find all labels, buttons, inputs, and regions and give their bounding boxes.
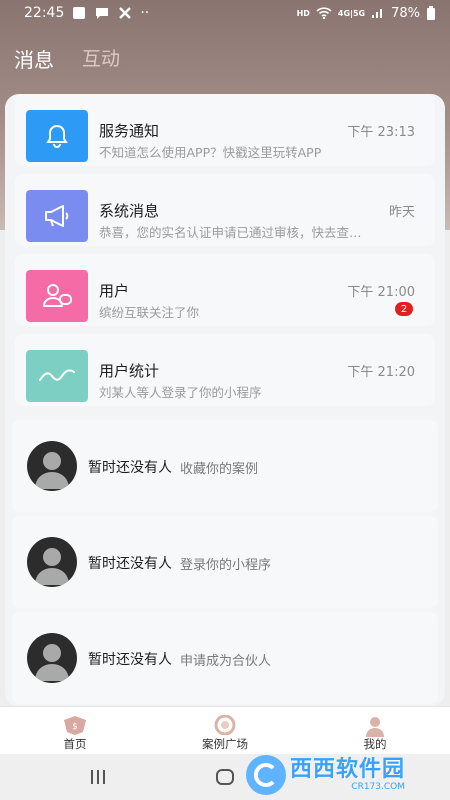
- empty-title: 暂时还没有人: [88, 556, 172, 572]
- notice-icon-box: [26, 110, 88, 162]
- more-dots-icon: ··: [140, 5, 150, 21]
- case-plaza-icon: [214, 715, 236, 735]
- default-avatar-icon: [35, 644, 69, 681]
- notice-desc: 不知道怎么使用APP？快戳这里玩转APP: [99, 145, 322, 160]
- empty-desc: 登录你的小程序: [180, 558, 272, 573]
- tools-icon: [119, 7, 132, 19]
- empty-title: 暂时还没有人: [88, 652, 172, 668]
- battery-icon: [427, 6, 435, 20]
- notice-icon-box: [26, 270, 88, 322]
- notification-square-icon: [73, 7, 86, 19]
- message-panel: 服务通知 不知道怎么使用APP？快戳这里玩转APP 下午 23:13 系统消息 …: [5, 94, 445, 706]
- notice-time: 下午 23:13: [347, 125, 415, 140]
- status-bar: 22:45 ·· HD 4G|5G 78%: [0, 0, 450, 26]
- notice-desc: 刘某人等人登录了你的小程序: [99, 385, 262, 400]
- tabbar-item-home[interactable]: $ 首页: [15, 707, 135, 755]
- battery-percent: 78%: [391, 5, 420, 21]
- watermark-text: 西西软件园: [290, 757, 406, 782]
- notice-title: 服务通知: [99, 122, 160, 140]
- notice-icon-box: [26, 350, 88, 402]
- avatar-placeholder: [27, 537, 77, 587]
- unread-badge: 2: [395, 302, 413, 316]
- notice-stats[interactable]: 用户统计 刘某人等人登录了你的小程序 下午 21:20: [15, 334, 435, 406]
- watermark-logo-icon: [246, 755, 286, 795]
- empty-desc: 申请成为合伙人: [180, 654, 272, 669]
- svg-text:$: $: [72, 722, 78, 732]
- notice-desc: 恭喜，您的实名认证申请已通过审核，快去查…: [99, 225, 362, 240]
- notice-title: 系统消息: [99, 202, 160, 220]
- tabbar-item-case-plaza[interactable]: 案例广场: [165, 707, 285, 755]
- tabbar-label: 我的: [363, 737, 387, 751]
- home-button-icon[interactable]: [215, 768, 235, 786]
- notice-title: 用户: [99, 282, 130, 300]
- network-label: HD: [296, 8, 310, 18]
- empty-desc: 收藏你的案例: [180, 462, 259, 477]
- recent-apps-icon[interactable]: [88, 769, 108, 785]
- users-icon: [43, 284, 72, 307]
- notice-system[interactable]: 系统消息 恭喜，您的实名认证申请已通过审核，快去查… 昨天: [15, 174, 435, 246]
- profile-icon: [366, 717, 384, 737]
- empty-login-item[interactable]: 暂时还没有人 登录你的小程序: [12, 516, 438, 608]
- notice-time: 下午 21:00: [347, 285, 415, 300]
- bell-icon: [46, 124, 68, 148]
- notice-title: 用户统计: [99, 362, 160, 380]
- notice-desc: 缤纷互联关注了你: [99, 305, 200, 320]
- tabbar-item-profile[interactable]: 我的: [315, 707, 435, 755]
- avatar-placeholder: [27, 633, 77, 683]
- bottom-tabbar: $ 首页 案例广场 我的: [0, 706, 450, 754]
- tabbar-label: 案例广场: [202, 737, 248, 751]
- watermark: 西西软件园 CR173.COM: [246, 754, 436, 796]
- home-icon: $: [64, 716, 86, 735]
- empty-title: 暂时还没有人: [88, 460, 172, 476]
- default-avatar-icon: [35, 452, 69, 489]
- signal-icon: [372, 9, 383, 18]
- tab-interactions[interactable]: 互动: [82, 44, 120, 73]
- trend-wave-icon: [39, 369, 75, 381]
- empty-favorites-item[interactable]: 暂时还没有人 收藏你的案例: [12, 420, 438, 512]
- watermark-subtext: CR173.COM: [351, 782, 406, 792]
- message-icon: [96, 8, 109, 19]
- notice-user[interactable]: 用户 缤纷互联关注了你 下午 21:00: [15, 254, 435, 326]
- notice-service[interactable]: 服务通知 不知道怎么使用APP？快戳这里玩转APP 下午 23:13: [15, 94, 435, 166]
- empty-partner-item[interactable]: 暂时还没有人 申请成为合伙人: [12, 612, 438, 704]
- megaphone-icon: [45, 205, 69, 227]
- wifi-icon: [316, 7, 332, 19]
- tabbar-label: 首页: [63, 737, 87, 751]
- status-time: 22:45: [24, 5, 65, 21]
- default-avatar-icon: [35, 548, 69, 585]
- avatar-placeholder: [27, 441, 77, 491]
- tab-messages[interactable]: 消息: [14, 44, 54, 73]
- notice-time: 下午 21:20: [347, 365, 415, 380]
- header-tabs: 消息 互动: [14, 44, 120, 73]
- notice-time: 昨天: [388, 205, 415, 220]
- signal-label: 4G|5G: [337, 8, 366, 18]
- notice-icon-box: [26, 190, 88, 242]
